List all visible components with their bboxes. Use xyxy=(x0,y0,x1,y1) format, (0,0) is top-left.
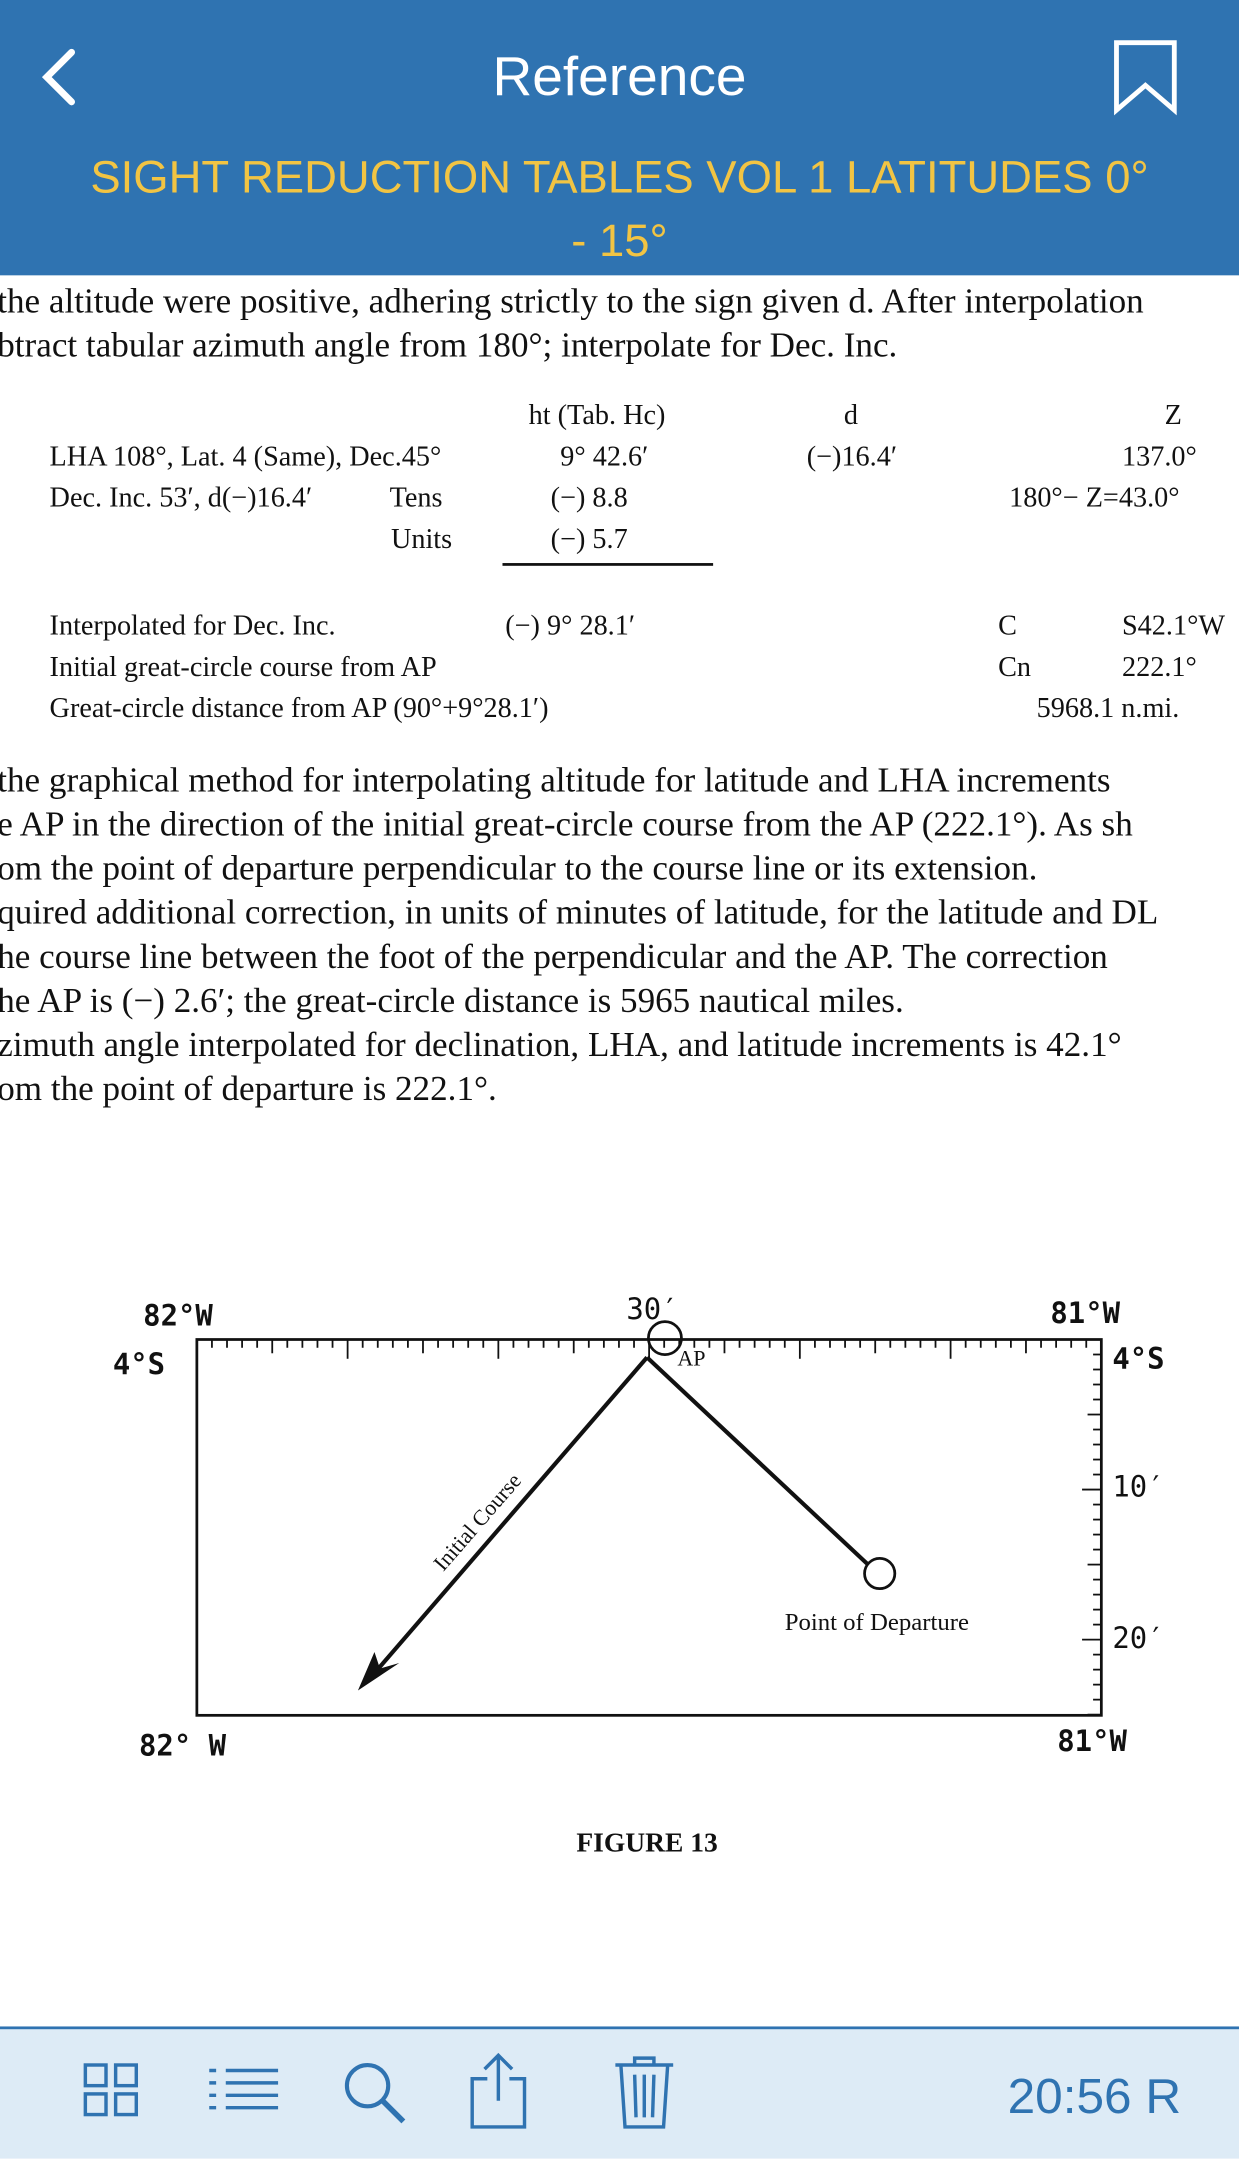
body-line: he course line between the foot of the p… xyxy=(0,936,1108,977)
row-label: LHA 108°, Lat. 4 (Same), Dec.45° xyxy=(49,441,442,473)
body-line: om the point of departure perpendicular … xyxy=(0,848,1038,888)
row-label: Initial great-circle course from AP xyxy=(49,652,437,683)
body-line: zimuth angle interpolated for declinatio… xyxy=(0,1024,1122,1065)
subtitle-line-2: - 15° xyxy=(571,214,668,266)
row-sublabel: Tens xyxy=(389,483,443,514)
intro-line: btract tabular azimuth angle from 180°; … xyxy=(0,324,898,365)
header: Reference SIGHT REDUCTION TABLES VOL 1 L… xyxy=(0,0,1239,276)
label-81w-bottom: 81°W xyxy=(1057,1724,1127,1758)
row-label: Dec. Inc. 53′, d(−)16.4′ xyxy=(49,483,313,514)
label-initial-course: Initial Course xyxy=(428,1468,526,1575)
cell-z: 137.0° xyxy=(1121,441,1197,473)
body-line: he AP is (−) 2.6′; the great-circle dist… xyxy=(0,980,904,1021)
figure-13-plot: 82°W 4°S 30′ 81°W 4°S 10′ 20′ 82° W 81°W… xyxy=(113,1292,1165,1858)
row-sublabel: Units xyxy=(390,524,453,555)
cell-c-value: S42.1°W xyxy=(1121,611,1225,642)
subtitle-line-1: SIGHT REDUCTION TABLES VOL 1 LATITUDES 0… xyxy=(90,151,1149,203)
body-line: the graphical method for interpolating a… xyxy=(0,759,1111,800)
body-line: om the point of departure is 222.1°. xyxy=(0,1068,497,1109)
trash-icon[interactable] xyxy=(614,2054,675,2131)
scale-ticks xyxy=(195,1338,1103,1716)
label-82w-bottom: 82° W xyxy=(139,1728,227,1762)
label-point-of-departure: Point of Departure xyxy=(785,1609,969,1636)
document-title: SIGHT REDUCTION TABLES VOL 1 LATITUDES 0… xyxy=(55,146,1184,273)
bottom-toolbar: 20:56 R xyxy=(0,2026,1239,2159)
label-10min: 10′ xyxy=(1112,1469,1164,1503)
label-81w-top: 81°W xyxy=(1050,1296,1120,1330)
body-line: quired additional correction, in units o… xyxy=(0,892,1159,933)
clock-time: 20:56 R xyxy=(1007,2067,1182,2125)
label-4s-right: 4°S xyxy=(1112,1341,1164,1375)
col-header-ht: ht (Tab. Hc) xyxy=(528,400,666,431)
cell-c-value: 222.1° xyxy=(1121,652,1197,683)
intro-line: the altitude were positive, adhering str… xyxy=(0,280,1144,321)
cell-ht: (−) 9° 28.1′ xyxy=(505,611,636,642)
cell-d: (−)16.4′ xyxy=(806,441,898,473)
row-label: Interpolated for Dec. Inc. xyxy=(49,611,336,642)
list-icon[interactable] xyxy=(207,2059,281,2120)
cell-c-label: Cn xyxy=(998,652,1032,683)
label-20min: 20′ xyxy=(1112,1621,1164,1655)
share-icon[interactable] xyxy=(468,2051,529,2131)
departure-circle xyxy=(863,1557,897,1591)
cell-z: 180°− Z=43.0° xyxy=(1009,483,1180,514)
sum-rule xyxy=(502,563,714,566)
arrow-head-icon xyxy=(357,1652,400,1691)
cell-ht: (−) 8.8 xyxy=(550,483,628,514)
initial-course-line xyxy=(367,1356,649,1681)
col-header-z: Z xyxy=(1164,400,1182,431)
cell-c-label: C xyxy=(998,611,1017,642)
grid-icon[interactable] xyxy=(83,2059,141,2120)
page-title: Reference xyxy=(492,46,747,108)
row-label: Great-circle distance from AP (90°+9°28.… xyxy=(49,693,549,725)
cell-ht: 9° 42.6′ xyxy=(560,441,649,473)
label-82w-top: 82°W xyxy=(143,1299,213,1333)
col-header-d: d xyxy=(843,400,859,431)
label-4s-left: 4°S xyxy=(113,1347,165,1381)
cell-c-value: 5968.1 n.mi. xyxy=(1036,693,1180,725)
departure-line xyxy=(645,1355,869,1566)
label-ap: AP xyxy=(677,1346,705,1371)
label-30min: 30′ xyxy=(626,1292,678,1326)
figure-caption: FIGURE 13 xyxy=(576,1827,717,1858)
search-icon[interactable] xyxy=(341,2059,407,2125)
bookmark-icon[interactable] xyxy=(1112,39,1178,116)
cell-ht: (−) 5.7 xyxy=(550,524,628,555)
plot-frame xyxy=(195,1338,1103,1717)
body-line: e AP in the direction of the initial gre… xyxy=(0,803,1133,844)
